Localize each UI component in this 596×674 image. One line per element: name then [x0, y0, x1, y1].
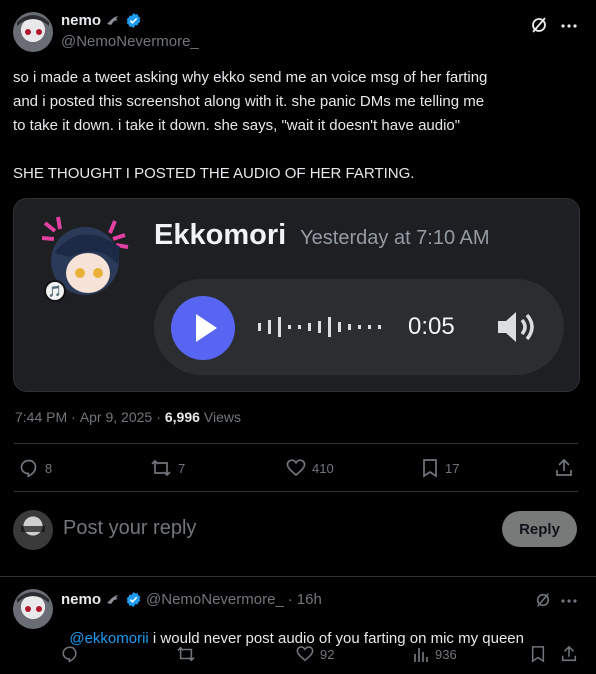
repost-icon — [150, 458, 172, 478]
volume-icon[interactable] — [494, 307, 538, 347]
reply-icon — [19, 458, 39, 478]
svg-text:🎵: 🎵 — [48, 285, 62, 298]
tweet-time[interactable]: 7:44 PM — [15, 409, 67, 425]
discord-avatar: 🎵 — [40, 213, 130, 303]
reply-meta-separator: · — [287, 591, 293, 608]
repost-icon — [176, 645, 196, 663]
verified-badge-icon — [125, 12, 142, 29]
bookmark-icon — [421, 458, 439, 478]
author-avatar[interactable] — [13, 12, 53, 52]
reply-author-name[interactable]: nemo — [61, 591, 101, 608]
divider — [0, 576, 596, 577]
reply-author-avatar[interactable] — [13, 589, 53, 629]
reply-repost-action[interactable] — [176, 645, 202, 663]
discord-timestamp: Yesterday at 7:10 AM — [300, 227, 490, 249]
reply-like-action[interactable]: 92 — [296, 645, 334, 663]
meta-separator: · — [156, 409, 161, 425]
meta-separator: · — [71, 409, 76, 425]
more-options-icon[interactable] — [561, 24, 577, 28]
reply-time[interactable]: 16h — [297, 591, 322, 608]
tweet-text: so i made a tweet asking why ekko send m… — [13, 69, 488, 182]
reply-reply-action[interactable] — [61, 645, 85, 663]
reply-input[interactable]: Post your reply — [63, 517, 196, 540]
grok-icon[interactable] — [535, 592, 551, 608]
reply-more-options-icon[interactable] — [561, 599, 577, 603]
divider — [14, 443, 578, 444]
repost-count: 7 — [178, 460, 186, 476]
divider — [14, 491, 578, 492]
reply-submit-button[interactable]: Reply — [502, 511, 577, 547]
bookmark-action[interactable]: 17 — [421, 458, 459, 478]
views-count: 6,996 — [164, 409, 200, 425]
bookmark-count: 17 — [445, 460, 460, 476]
like-count: 410 — [312, 460, 334, 476]
reply-like-count: 92 — [320, 646, 335, 662]
reply-share-icon[interactable] — [560, 645, 578, 663]
share-icon[interactable] — [554, 458, 574, 478]
waveform-icon — [258, 315, 386, 339]
discord-username: Ekkomori — [154, 219, 287, 251]
tweet-date[interactable]: Apr 9, 2025 — [80, 409, 152, 425]
views-label: Views — [203, 409, 242, 425]
reply-count: 8 — [45, 460, 53, 476]
author-name[interactable]: nemo — [61, 12, 101, 29]
reply-icon — [61, 645, 79, 663]
reply-author-handle[interactable]: @NemoNevermore_ — [146, 591, 284, 608]
reply-text: i would never post audio of you farting … — [148, 630, 524, 647]
media-image[interactable]: 🎵 Ekkomori Yesterday at 7:10 AM 0:05 — [13, 198, 580, 392]
verified-badge-icon — [125, 591, 142, 608]
reply-bookmark-icon[interactable] — [530, 645, 546, 663]
current-user-avatar[interactable] — [13, 510, 53, 550]
grok-icon[interactable] — [530, 16, 548, 34]
like-action[interactable]: 410 — [286, 458, 334, 478]
views-icon — [413, 645, 429, 663]
heart-icon — [286, 458, 306, 478]
heart-icon — [296, 645, 314, 663]
crow-icon — [105, 592, 121, 608]
reply-views-action[interactable]: 936 — [413, 645, 457, 663]
voice-duration: 0:05 — [408, 313, 455, 340]
author-handle[interactable]: @NemoNevermore_ — [61, 33, 199, 50]
voice-message-player: 0:05 — [154, 279, 564, 375]
reply-views-count: 936 — [435, 646, 457, 662]
reply-action[interactable]: 8 — [19, 458, 52, 478]
crow-icon — [105, 13, 121, 29]
play-button[interactable] — [171, 296, 235, 360]
repost-action[interactable]: 7 — [150, 458, 185, 478]
